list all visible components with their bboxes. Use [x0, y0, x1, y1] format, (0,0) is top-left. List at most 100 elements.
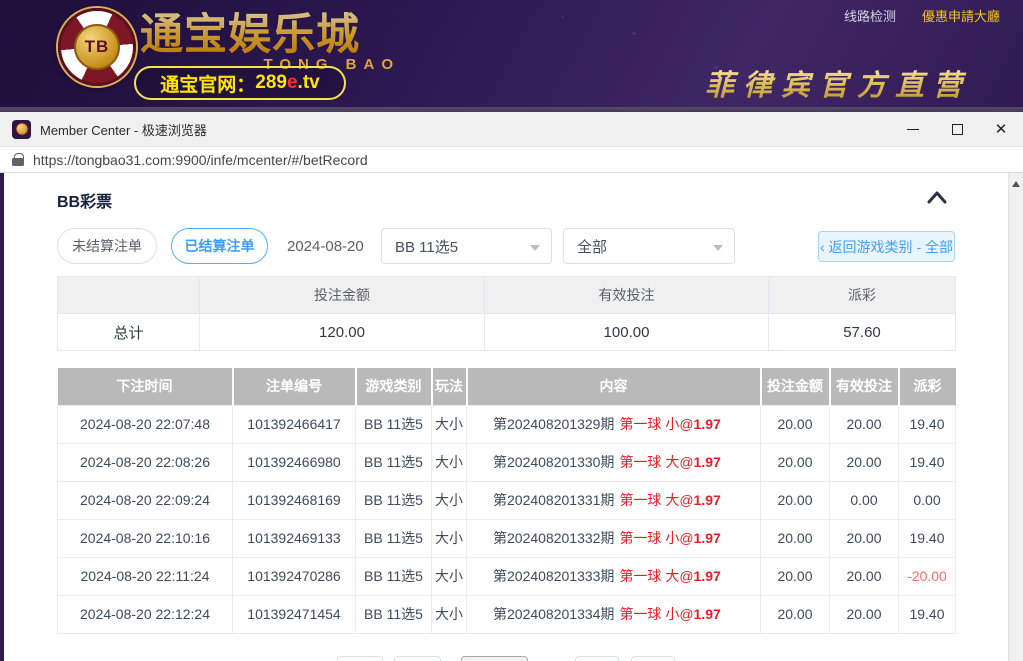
collapse-section-button[interactable] [924, 187, 950, 209]
pagination-button-4[interactable] [631, 656, 675, 661]
play-type: 大小 [432, 557, 467, 595]
pagination-button-2[interactable] [394, 656, 441, 661]
close-icon: ✕ [995, 122, 1008, 137]
summary-amount: 120.00 [200, 314, 485, 351]
close-button[interactable]: ✕ [979, 112, 1023, 147]
col-valid-bet: 有效投注 [830, 368, 899, 405]
payout: 19.40 [899, 519, 956, 557]
bet-time: 2024-08-20 22:08:26 [58, 443, 233, 481]
unsettled-bets-button[interactable]: 未结算注单 [57, 228, 157, 264]
maximize-icon [952, 124, 963, 135]
play-type: 大小 [432, 519, 467, 557]
play-type: 大小 [432, 405, 467, 443]
col-game-category: 游戏类别 [356, 368, 432, 405]
game-category: BB 11选5 [356, 519, 432, 557]
bet-records-table: 下注时间 注单编号 游戏类别 玩法 内容 投注金额 有效投注 派彩 2024-0… [57, 368, 956, 634]
table-row: 2024-08-20 22:10:16 101392469133 BB 11选5… [58, 519, 956, 557]
summary-header-valid: 有效投注 [485, 277, 769, 314]
url-text[interactable]: https://tongbao31.com:9900/infe/mcenter/… [33, 152, 368, 168]
bet-amount: 20.00 [761, 443, 830, 481]
bet-time: 2024-08-20 22:12:24 [58, 595, 233, 633]
game-category: BB 11选5 [356, 557, 432, 595]
valid-bet: 20.00 [830, 519, 899, 557]
chevron-down-icon [713, 245, 723, 251]
summary-total-label: 总计 [58, 314, 200, 351]
official-e: e [287, 72, 298, 94]
col-content: 内容 [467, 368, 761, 405]
left-edge-strip [0, 173, 4, 661]
pick-text: 第一球 大@ [619, 568, 693, 584]
valid-bet: 20.00 [830, 443, 899, 481]
site-name: 通宝娱乐城 TONG BAO [140, 12, 400, 73]
type-select-value: 全部 [577, 236, 607, 257]
bet-time: 2024-08-20 22:10:16 [58, 519, 233, 557]
table-row: 2024-08-20 22:11:24 101392470286 BB 11选5… [58, 557, 956, 595]
browser-titlebar: Member Center - 极速浏览器 ✕ [0, 112, 1023, 147]
maximize-button[interactable] [935, 112, 979, 147]
bet-number: 101392466417 [233, 405, 356, 443]
bet-content: 第202408201330期第一球 大@1.97 [467, 443, 761, 481]
table-row: 2024-08-20 22:09:24 101392468169 BB 11选5… [58, 481, 956, 519]
valid-bet: 20.00 [830, 595, 899, 633]
window-title: Member Center - 极速浏览器 [40, 120, 207, 139]
summary-payout: 57.60 [769, 314, 956, 351]
browser-urlbar[interactable]: https://tongbao31.com:9900/infe/mcenter/… [0, 147, 1023, 173]
col-payout: 派彩 [899, 368, 956, 405]
bet-amount: 20.00 [761, 557, 830, 595]
lock-icon [12, 153, 24, 167]
play-type: 大小 [432, 595, 467, 633]
back-to-game-category-button[interactable]: ‹ 返回游戏类别 - 全部 [818, 231, 955, 262]
game-category: BB 11选5 [356, 405, 432, 443]
valid-bet: 0.00 [830, 481, 899, 519]
pagination-button-3[interactable] [575, 656, 619, 661]
bet-time: 2024-08-20 22:11:24 [58, 557, 233, 595]
settled-bets-button[interactable]: 已结算注单 [171, 228, 268, 264]
line-check-link[interactable]: 线路检测 [844, 6, 896, 25]
chevron-down-icon [530, 245, 540, 251]
pagination-current-page[interactable] [461, 656, 528, 661]
period-text: 第202408201329期 [493, 416, 614, 432]
period-text: 第202408201331期 [493, 492, 614, 508]
scrollbar-up-arrow-icon[interactable] [1012, 181, 1020, 187]
col-bet-number: 注单编号 [233, 368, 356, 405]
pagination-button-1[interactable] [337, 656, 383, 661]
section-title: BB彩票 [57, 188, 112, 212]
official-site-pill[interactable]: 通宝官网： 289 e .tv [134, 66, 346, 100]
chevron-up-icon [924, 187, 950, 209]
summary-row: 总计 120.00 100.00 57.60 [58, 314, 956, 351]
game-select[interactable]: BB 11选5 [381, 228, 552, 264]
period-text: 第202408201330期 [493, 454, 614, 470]
unsettled-bets-label: 未结算注单 [72, 236, 142, 256]
odds-text: 1.97 [694, 606, 721, 622]
play-type: 大小 [432, 481, 467, 519]
bet-amount: 20.00 [761, 595, 830, 633]
period-text: 第202408201334期 [493, 606, 614, 622]
odds-text: 1.97 [694, 492, 721, 508]
vertical-scrollbar[interactable] [1008, 173, 1023, 661]
pick-text: 第一球 小@ [619, 416, 693, 432]
promo-hall-link[interactable]: 優惠申請大廳 [922, 6, 1000, 25]
bet-amount: 20.00 [761, 405, 830, 443]
summary-header-amount: 投注金额 [200, 277, 485, 314]
minimize-icon [907, 129, 919, 130]
minimize-button[interactable] [891, 112, 935, 147]
period-text: 第202408201332期 [493, 530, 614, 546]
valid-bet: 20.00 [830, 557, 899, 595]
bet-content: 第202408201332期第一球 小@1.97 [467, 519, 761, 557]
payout: 0.00 [899, 481, 956, 519]
type-select[interactable]: 全部 [563, 228, 735, 264]
bet-number: 101392466980 [233, 443, 356, 481]
bet-content: 第202408201329期第一球 小@1.97 [467, 405, 761, 443]
odds-text: 1.97 [694, 454, 721, 470]
bet-content: 第202408201334期第一球 小@1.97 [467, 595, 761, 633]
col-bet-time: 下注时间 [58, 368, 233, 405]
site-name-cn: 通宝娱乐城 [140, 12, 400, 58]
play-type: 大小 [432, 443, 467, 481]
odds-text: 1.97 [694, 416, 721, 432]
odds-text: 1.97 [694, 568, 721, 584]
date-picker[interactable]: 2024-08-20 [287, 228, 364, 264]
poker-chip-logo-icon[interactable]: TB [58, 8, 136, 86]
official-tv: .tv [298, 72, 320, 94]
page-content: BB彩票 未结算注单 已结算注单 2024-08-20 BB 11选5 全部 ‹… [0, 173, 1023, 661]
window-controls: ✕ [891, 112, 1023, 147]
